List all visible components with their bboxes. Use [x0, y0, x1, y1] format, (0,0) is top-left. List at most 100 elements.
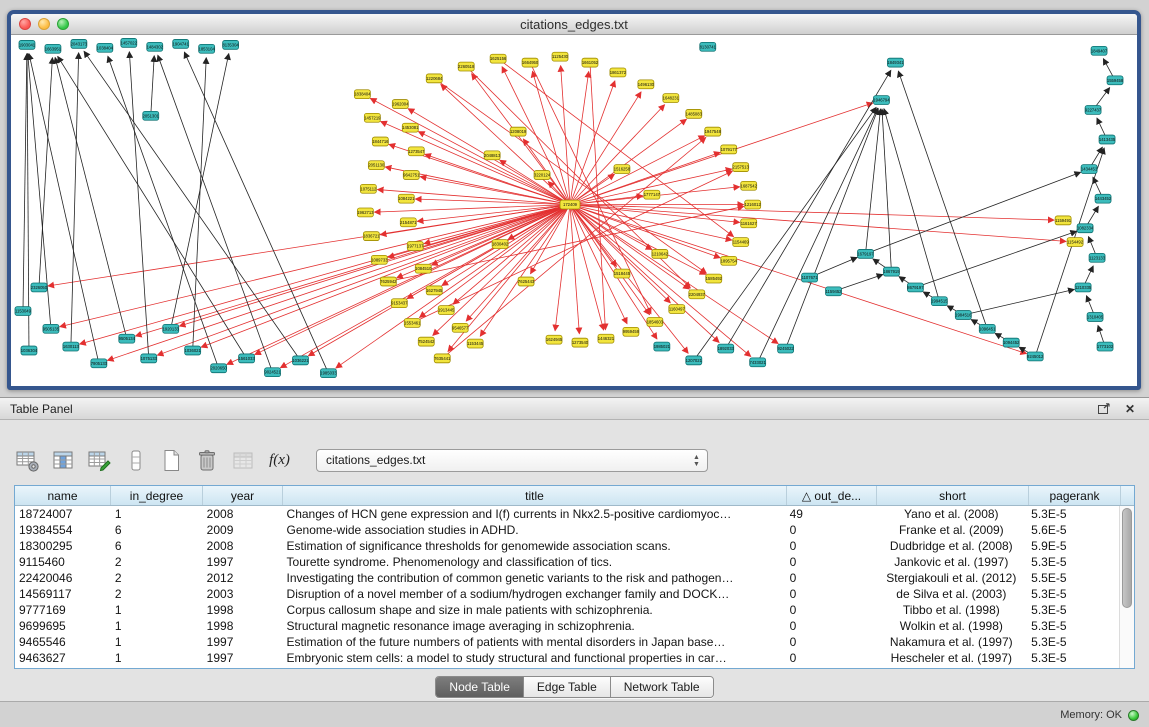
graph-edge[interactable]: [570, 205, 1066, 242]
table-cell[interactable]: 0: [786, 570, 876, 586]
zoom-window-button[interactable]: [57, 18, 69, 30]
network-canvas-area[interactable]: 1724091838404145721918447162051130107511…: [11, 35, 1137, 386]
column-header-title[interactable]: title: [283, 486, 787, 505]
graph-node[interactable]: 1679197: [857, 249, 874, 258]
graph-edge[interactable]: [27, 54, 29, 351]
graph-edge[interactable]: [418, 132, 570, 205]
vertical-scrollbar[interactable]: [1119, 506, 1134, 668]
graph-edge[interactable]: [108, 56, 219, 368]
graph-node[interactable]: 1838404: [354, 90, 371, 99]
graph-node[interactable]: 9505134: [119, 334, 136, 343]
graph-node[interactable]: 1904741: [173, 39, 190, 48]
graph-node[interactable]: 1836721: [363, 232, 380, 241]
graph-node[interactable]: 1036021: [185, 346, 202, 355]
graph-node[interactable]: 7625942: [380, 277, 397, 286]
table-cell[interactable]: 5.6E-5: [1027, 522, 1119, 538]
graph-node[interactable]: 1962004: [392, 100, 409, 109]
graph-edge[interactable]: [963, 289, 1074, 315]
table-row[interactable]: 1830029562008Estimation of significance …: [15, 538, 1119, 554]
graph-node[interactable]: 1036221: [292, 356, 309, 365]
graph-node[interactable]: 7905133: [91, 359, 108, 368]
window-titlebar[interactable]: citations_edges.txt: [11, 14, 1137, 35]
column-header-out-de-[interactable]: △ out_de...: [787, 486, 877, 505]
graph-node[interactable]: 1273540: [572, 338, 589, 347]
table-cell[interactable]: 9777169: [15, 602, 111, 618]
graph-node[interactable]: 1867919: [883, 267, 900, 276]
table-cell[interactable]: 2008: [203, 538, 283, 554]
table-cell[interactable]: Investigating the contribution of common…: [283, 570, 786, 586]
table-cell[interactable]: 6: [111, 522, 203, 538]
graph-node[interactable]: 1160497: [669, 305, 686, 314]
graph-node[interactable]: 2260518: [458, 62, 475, 71]
graph-node[interactable]: 1687542: [741, 181, 758, 190]
graph-node[interactable]: 2043173: [71, 39, 88, 48]
table-cell[interactable]: 2009: [203, 522, 283, 538]
table-cell[interactable]: 0: [786, 538, 876, 554]
graph-node[interactable]: 1984516: [955, 311, 972, 320]
graph-node[interactable]: 7635441: [434, 354, 451, 363]
table-row[interactable]: 1872400712008Changes of HCN gene express…: [15, 506, 1119, 522]
graph-node[interactable]: 1920133: [163, 324, 180, 333]
graph-node[interactable]: 172409: [560, 200, 580, 209]
graph-node[interactable]: 1075133: [141, 354, 158, 363]
graph-node[interactable]: 1849407: [1091, 46, 1108, 55]
column-header-year[interactable]: year: [203, 486, 283, 505]
graph-node[interactable]: 1123133: [1089, 253, 1106, 262]
graph-node[interactable]: 1994515: [931, 297, 948, 306]
graph-node[interactable]: 1663951: [45, 44, 62, 53]
graph-node[interactable]: 8679197: [907, 283, 924, 292]
table-cell[interactable]: 5.3E-5: [1027, 618, 1119, 634]
edit-table-button[interactable]: [86, 447, 113, 474]
graph-edge[interactable]: [336, 205, 570, 368]
graph-edge[interactable]: [179, 205, 570, 327]
delete-table-button[interactable]: [194, 447, 221, 474]
table-cell[interactable]: Estimation of the future numbers of pati…: [283, 634, 786, 650]
graph-node[interactable]: 2020650: [210, 364, 227, 373]
table-cell[interactable]: Franke et al. (2009): [875, 522, 1027, 538]
new-table-button[interactable]: [158, 447, 185, 474]
graph-node[interactable]: 1661052: [582, 58, 599, 67]
graph-node[interactable]: 9245022: [777, 344, 794, 353]
graph-edge[interactable]: [570, 205, 706, 275]
network-canvas[interactable]: 1724091838404145721918447162051130107511…: [11, 35, 1137, 386]
graph-node[interactable]: 8130741: [700, 42, 717, 51]
table-cell[interactable]: 0: [786, 618, 876, 634]
graph-edge[interactable]: [60, 205, 570, 327]
graph-node[interactable]: 7433021: [750, 358, 767, 367]
graph-node[interactable]: 7524542: [418, 337, 435, 346]
graph-edge[interactable]: [441, 84, 570, 204]
graph-node[interactable]: 1861372: [610, 68, 627, 77]
graph-node[interactable]: 1648231: [663, 94, 680, 103]
graph-edge[interactable]: [201, 205, 570, 348]
table-cell[interactable]: 5.3E-5: [1027, 650, 1119, 666]
graph-edge[interactable]: [29, 54, 99, 364]
table-row[interactable]: 2242004622012Investigating the contribut…: [15, 570, 1119, 586]
graph-node[interactable]: 1849341: [887, 58, 904, 67]
table-cell[interactable]: 5.3E-5: [1027, 554, 1119, 570]
graph-node[interactable]: 9153437: [391, 299, 408, 308]
table-cell[interactable]: 18300295: [15, 538, 111, 554]
table-row[interactable]: 1456911722003Disruption of a novel membe…: [15, 586, 1119, 602]
table-cell[interactable]: Nakamura et al. (1997): [875, 634, 1027, 650]
graph-node[interactable]: 1154492: [1067, 238, 1084, 247]
graph-node[interactable]: 1159452: [826, 287, 843, 296]
table-cell[interactable]: Tibbo et al. (1998): [875, 602, 1027, 618]
graph-edge[interactable]: [419, 205, 570, 318]
graph-node[interactable]: 1273547: [408, 147, 425, 156]
table-cell[interactable]: de Silva et al. (2003): [875, 586, 1027, 602]
graph-node[interactable]: 1084510: [415, 264, 432, 273]
column-header-in-degree[interactable]: in_degree: [111, 486, 203, 505]
scrollbar-thumb[interactable]: [1122, 508, 1132, 608]
table-row[interactable]: 969969511998Structural magnetic resonanc…: [15, 618, 1119, 634]
graph-node[interactable]: 1207021: [686, 356, 703, 365]
graph-node[interactable]: 9959459: [623, 327, 640, 336]
graph-node[interactable]: 1559458: [1107, 76, 1124, 85]
graph-node[interactable]: 1208019: [510, 127, 527, 136]
table-cell[interactable]: 5.3E-5: [1027, 506, 1119, 522]
table-row[interactable]: 946362711997Embryonic stem cells: a mode…: [15, 650, 1119, 666]
close-panel-icon[interactable]: ✕: [1121, 401, 1139, 417]
graph-node[interactable]: 1082334: [1077, 224, 1094, 233]
graph-node[interactable]: 9642751: [403, 171, 420, 180]
graph-node[interactable]: 1094452: [1003, 338, 1020, 347]
import-table-button[interactable]: [230, 447, 257, 474]
